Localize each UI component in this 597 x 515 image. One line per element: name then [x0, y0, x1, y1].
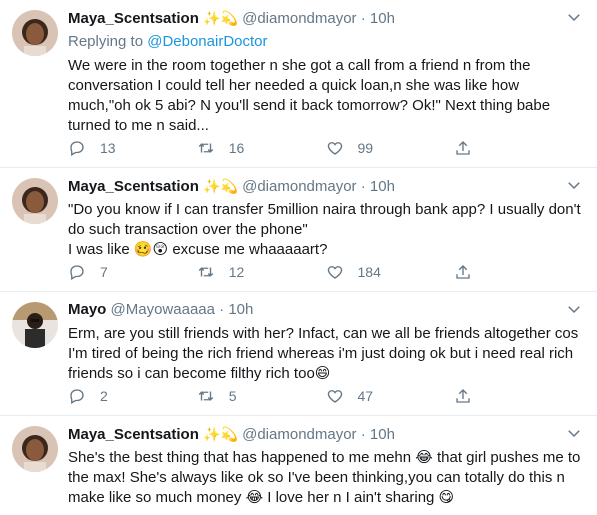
- chevron-down-icon[interactable]: [565, 8, 583, 26]
- reply-count: 2: [100, 388, 108, 404]
- display-name[interactable]: Mayo: [68, 301, 106, 318]
- tweet-actions: 13 16 99: [68, 138, 583, 158]
- like-count: 47: [357, 388, 374, 404]
- heart-icon: [327, 142, 342, 155]
- tweet-text: Erm, are you still friends with her? Inf…: [68, 325, 583, 382]
- timestamp[interactable]: 10h: [228, 301, 253, 318]
- tweet-header: Mayo @Mayowaaaaa · 10h: [68, 300, 583, 320]
- retweet-icon: [198, 391, 213, 401]
- user-handle[interactable]: @diamondmayor: [242, 426, 356, 443]
- chevron-down-icon[interactable]: [565, 300, 583, 318]
- replying-to: Replying to @DebonairDoctor: [68, 32, 583, 52]
- timestamp[interactable]: 10h: [370, 426, 395, 443]
- chevron-down-icon[interactable]: [565, 424, 583, 442]
- tweet[interactable]: Maya_Scentsation ✨💫 @diamondmayor · 10h …: [0, 0, 597, 168]
- retweet-button[interactable]: 12: [197, 263, 326, 281]
- avatar[interactable]: [12, 426, 58, 472]
- user-handle[interactable]: @Mayowaaaaa: [111, 301, 215, 318]
- reply-icon: [70, 141, 84, 156]
- share-button[interactable]: [454, 139, 583, 157]
- separator: ·: [219, 301, 225, 318]
- tweet[interactable]: Maya_Scentsation ✨💫 @diamondmayor · 10h …: [0, 168, 597, 292]
- reply-count: 7: [100, 264, 108, 280]
- display-name[interactable]: Maya_Scentsation: [68, 426, 199, 443]
- retweet-icon: [198, 267, 213, 277]
- tweet-header: Maya_Scentsation ✨💫 @diamondmayor · 10h: [68, 8, 583, 28]
- reply-count: 13: [100, 140, 116, 156]
- user-handle[interactable]: @diamondmayor: [242, 178, 356, 195]
- user-handle[interactable]: @diamondmayor: [242, 10, 356, 27]
- share-button[interactable]: [454, 387, 583, 405]
- like-count: 184: [357, 264, 381, 280]
- like-button[interactable]: 99: [326, 139, 455, 157]
- reply-button[interactable]: 7: [68, 263, 197, 281]
- tweet-text: She's the best thing that has happened t…: [68, 449, 585, 506]
- display-name[interactable]: Maya_Scentsation: [68, 10, 199, 27]
- like-button[interactable]: 47: [326, 387, 455, 405]
- name-emoji: ✨💫: [203, 178, 238, 194]
- share-icon: [456, 141, 470, 155]
- tweet[interactable]: Mayo @Mayowaaaaa · 10h Erm, are you stil…: [0, 292, 597, 416]
- tweet-actions: 7 12 184: [68, 262, 583, 282]
- heart-icon: [327, 390, 342, 403]
- reply-icon: [70, 265, 84, 280]
- retweet-icon: [198, 143, 213, 153]
- tweet-header: Maya_Scentsation ✨💫 @diamondmayor · 10h: [68, 424, 583, 444]
- name-emoji: ✨💫: [203, 10, 238, 26]
- heart-icon: [327, 266, 342, 279]
- separator: ·: [360, 178, 366, 195]
- reply-icon: [70, 389, 84, 404]
- reply-button[interactable]: 13: [68, 139, 197, 157]
- share-button[interactable]: [454, 263, 583, 281]
- replying-prefix: Replying to: [68, 33, 144, 50]
- timestamp[interactable]: 10h: [370, 10, 395, 27]
- avatar[interactable]: [12, 10, 58, 56]
- avatar[interactable]: [12, 178, 58, 224]
- like-count: 99: [357, 140, 374, 156]
- tweet-header: Maya_Scentsation ✨💫 @diamondmayor · 10h: [68, 176, 583, 196]
- tweet[interactable]: Maya_Scentsation ✨💫 @diamondmayor · 10h …: [0, 416, 597, 515]
- share-icon: [456, 265, 470, 279]
- retweet-button[interactable]: 16: [197, 139, 326, 157]
- share-icon: [456, 389, 470, 403]
- display-name[interactable]: Maya_Scentsation: [68, 178, 199, 195]
- tweet-actions: 2 5 47: [68, 386, 583, 406]
- tweet-text: We were in the room together n she got a…: [68, 57, 555, 134]
- chevron-down-icon[interactable]: [565, 176, 583, 194]
- reply-button[interactable]: 2: [68, 387, 197, 405]
- mention-link[interactable]: @DebonairDoctor: [147, 33, 267, 50]
- retweet-count: 12: [228, 264, 245, 280]
- separator: ·: [360, 10, 366, 27]
- avatar[interactable]: [12, 302, 58, 348]
- retweet-button[interactable]: 5: [197, 387, 326, 405]
- separator: ·: [360, 426, 366, 443]
- retweet-count: 5: [228, 388, 237, 404]
- name-emoji: ✨💫: [203, 426, 238, 442]
- retweet-count: 16: [228, 140, 245, 156]
- like-button[interactable]: 184: [326, 263, 455, 281]
- tweet-text: "Do you know if I can transfer 5million …: [68, 201, 581, 258]
- timestamp[interactable]: 10h: [370, 178, 395, 195]
